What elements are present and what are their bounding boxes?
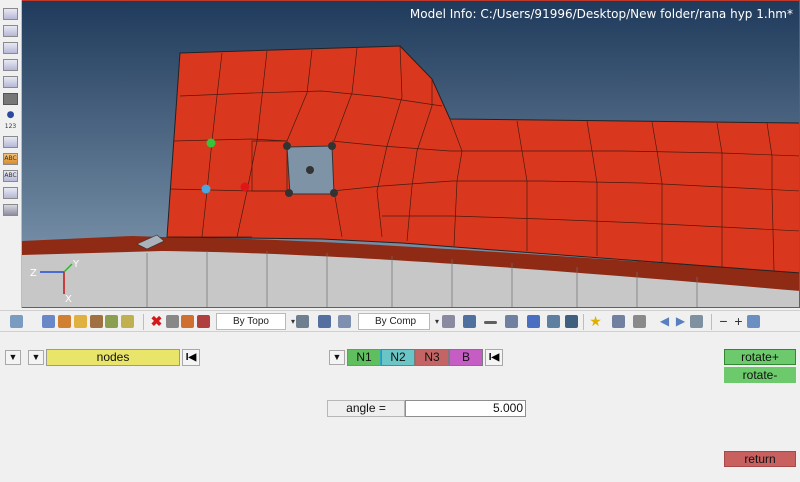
n2-label: N2 [390,350,406,364]
find-icon[interactable] [105,315,118,328]
node-marker[interactable] [285,189,293,197]
hide-icon[interactable] [166,315,179,328]
chevron-down-icon: ▾ [290,317,295,326]
triad-z-label: Z [30,268,37,279]
components-icon[interactable] [58,315,71,328]
node-n2-blue[interactable] [201,184,211,194]
zoom-out-icon[interactable]: − [717,314,730,328]
rotate-minus-button[interactable]: rotate- [724,367,796,383]
node-marker[interactable] [330,189,338,197]
plane-icon[interactable] [505,315,518,328]
mask-icon[interactable] [121,315,134,328]
plot-icon[interactable]: ABC [3,153,18,165]
model-view: X Y Z [22,1,799,307]
main-toolbar: ✖ By Topo ▾ By Comp ▾ ★ ◀ ▶ − + [0,310,800,332]
back-arrow-icon[interactable]: ◀ [658,315,671,328]
by-comp-select[interactable]: By Comp ▾ [358,313,439,330]
forward-arrow-icon[interactable]: ▶ [674,315,687,328]
model-info-text: Model Info: C:/Users/91996/Desktop/New f… [409,7,793,21]
isolate-icon[interactable] [181,315,194,328]
grid-icon[interactable] [612,315,625,328]
fill-icon[interactable] [527,315,540,328]
mass-icon[interactable] [3,204,18,216]
card-icon[interactable] [3,187,18,199]
triad-y-label: Y [72,259,80,270]
view-icon[interactable] [10,315,23,328]
rotate-plus-label: rotate+ [741,350,779,364]
n3-label: N3 [424,350,440,364]
line-style-icon[interactable] [484,321,497,324]
rotate-panel: ▼ ▼ nodes I◀ ▼ N1 N2 N3 B I◀ angle = 5.0… [0,333,800,482]
shading-icon[interactable] [296,315,309,328]
star-icon[interactable]: ★ [589,314,602,328]
labels-icon[interactable]: ABC [3,170,18,182]
element-display-icon[interactable] [463,315,476,328]
faces-icon[interactable] [3,25,18,37]
node-marker[interactable] [306,166,314,174]
hypermesh-window: ● 123 ABC ABC X Y Z Model Info: C:/Users… [0,0,800,482]
n1-button[interactable]: N1 [347,349,381,366]
left-toolbar: ● 123 ABC ABC [0,0,22,308]
zoom-in-icon[interactable]: + [732,314,745,328]
cube-icon[interactable] [338,315,351,328]
return-label: return [744,452,776,466]
display-icon[interactable] [42,315,55,328]
edges-icon[interactable] [3,8,18,20]
graphics-viewport[interactable]: X Y Z Model Info: C:/Users/91996/Desktop… [22,0,800,308]
node-marker[interactable] [283,142,291,150]
numbers-icon[interactable]: 123 [3,122,18,134]
rotate-minus-label: rotate- [742,368,778,382]
tool-icon[interactable] [633,315,646,328]
chevron-down-icon: ▾ [434,317,439,326]
entity-type-arrow[interactable]: ▼ [28,350,44,365]
n1-label: N1 [356,350,372,364]
reset-plane-button[interactable]: I◀ [485,349,503,366]
info-icon[interactable]: ● [3,110,18,122]
node-marker[interactable] [328,142,336,150]
b-label: B [461,350,470,364]
nodes-icon[interactable] [3,93,18,105]
triad-x-label: X [65,294,72,305]
n3-button[interactable]: N3 [415,349,449,366]
b-button[interactable]: B [449,349,483,366]
monitor-icon[interactable] [565,315,578,328]
rotate-plus-button[interactable]: rotate+ [724,349,796,365]
nodes-collector-label: nodes [96,350,130,364]
angle-input[interactable]: 5.000 [405,400,526,417]
surface-icon[interactable] [3,42,18,54]
reverse-icon[interactable] [197,315,210,328]
n2-button[interactable]: N2 [381,349,415,366]
folder-icon[interactable] [74,315,87,328]
entity-selector-arrow[interactable]: ▼ [5,350,21,365]
return-button[interactable]: return [724,451,796,467]
assembly-icon[interactable] [90,315,103,328]
by-topo-label: By Topo [233,316,269,327]
rotate-view-icon[interactable] [747,315,760,328]
node-n1-green[interactable] [206,138,216,148]
by-topo-select[interactable]: By Topo ▾ [216,313,295,330]
mesh-display-icon[interactable] [442,315,455,328]
delete-icon[interactable]: ✖ [150,314,163,328]
measure-icon[interactable] [3,136,18,148]
plane-selector-arrow[interactable]: ▼ [329,350,345,365]
angle-label: angle = [327,400,405,417]
refresh-icon[interactable] [690,315,703,328]
solid-display-icon[interactable] [547,315,560,328]
solid-icon[interactable] [3,59,18,71]
by-comp-label: By Comp [375,316,417,327]
reset-nodes-button[interactable]: I◀ [182,349,200,366]
mesh-icon[interactable] [3,76,18,88]
nodes-collector[interactable]: nodes [46,349,180,366]
node-n3-red[interactable] [240,182,250,192]
geometry-shading-icon[interactable] [318,315,331,328]
